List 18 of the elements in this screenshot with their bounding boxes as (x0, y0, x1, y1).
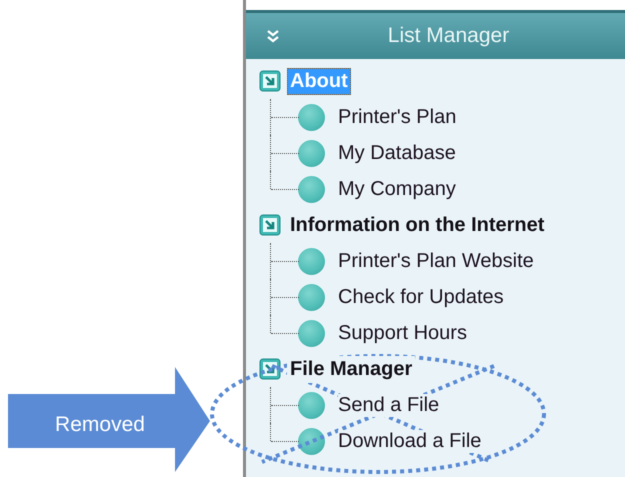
arrow-square-icon (259, 214, 281, 236)
ball-icon (298, 284, 325, 310)
ball-icon (298, 140, 325, 166)
collapse-chevron-icon[interactable] (266, 28, 280, 44)
arrow-square-icon (259, 70, 281, 92)
ball-icon (298, 392, 325, 418)
ball-icon (298, 104, 325, 130)
ball-icon (298, 248, 325, 274)
tree-item[interactable]: Download a File (338, 430, 482, 452)
ball-icon (298, 428, 325, 454)
tree-group-item[interactable]: File Manager (287, 356, 416, 382)
tree-item[interactable]: Check for Updates (338, 286, 504, 308)
ball-icon (298, 320, 325, 346)
ball-icon (298, 176, 325, 202)
tree-item[interactable]: My Database (338, 142, 456, 164)
tree-item[interactable]: Send a File (338, 394, 440, 416)
panel-title: List Manager (386, 24, 510, 48)
annotation-label: Removed (55, 413, 145, 436)
